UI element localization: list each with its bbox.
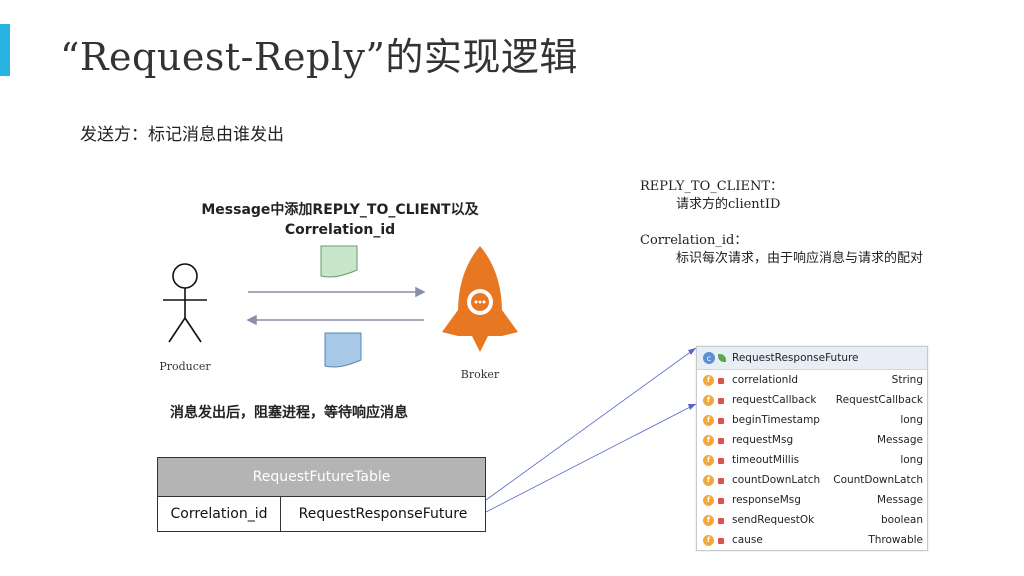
field-name: timeoutMillis bbox=[732, 454, 800, 466]
lock-icon bbox=[718, 398, 724, 404]
field-row: f correlationId String bbox=[697, 370, 927, 390]
link-lines bbox=[485, 347, 697, 513]
message-label-line2: Correlation_id bbox=[284, 222, 396, 238]
field-type: String bbox=[891, 374, 923, 386]
field-icon: f bbox=[703, 474, 714, 486]
field-name: requestMsg bbox=[732, 434, 794, 446]
field-row: f timeoutMillis long bbox=[697, 450, 927, 470]
request-message-doc-icon bbox=[320, 245, 358, 278]
notes-block: REPLY_TO_CLIENT： 请求方的clientID Correlatio… bbox=[640, 178, 923, 268]
correlation-id-key: Correlation_id： bbox=[640, 233, 748, 248]
field-icon: f bbox=[703, 414, 714, 426]
field-row: f beginTimestamp long bbox=[697, 410, 927, 430]
field-name: cause bbox=[732, 534, 763, 546]
field-type: long bbox=[900, 454, 923, 466]
field-name: countDownLatch bbox=[732, 474, 821, 486]
class-header: c RequestResponseFuture bbox=[697, 347, 927, 370]
lock-icon bbox=[718, 438, 724, 444]
field-type: Throwable bbox=[868, 534, 923, 546]
leaf-icon bbox=[718, 354, 726, 362]
lock-icon bbox=[718, 518, 724, 524]
field-type: boolean bbox=[881, 514, 923, 526]
broker-label: Broker bbox=[460, 368, 500, 381]
producer-figure-icon bbox=[163, 263, 207, 343]
request-arrow bbox=[248, 286, 426, 298]
field-type: Message bbox=[876, 434, 923, 446]
field-row: f countDownLatch CountDownLatch bbox=[697, 470, 927, 490]
response-arrow bbox=[246, 314, 424, 326]
field-row: f requestCallback RequestCallback bbox=[697, 390, 927, 410]
field-type: Message bbox=[876, 494, 923, 506]
lock-icon bbox=[718, 418, 724, 424]
field-icon: f bbox=[703, 454, 714, 466]
producer-label: Producer bbox=[159, 360, 211, 373]
field-name: beginTimestamp bbox=[732, 414, 820, 426]
field-row: f sendRequestOk boolean bbox=[697, 510, 927, 530]
field-type: CountDownLatch bbox=[833, 474, 923, 486]
field-icon: f bbox=[703, 394, 714, 406]
table-cell-request-response-future: RequestResponseFuture bbox=[298, 506, 468, 522]
field-row: f cause Throwable bbox=[697, 530, 927, 550]
field-type: long bbox=[900, 414, 923, 426]
field-row: f requestMsg Message bbox=[697, 430, 927, 450]
lock-icon bbox=[718, 498, 724, 504]
field-icon: f bbox=[703, 494, 714, 506]
response-message-doc-icon bbox=[324, 332, 362, 368]
blocking-label: 消息发出后，阻塞进程，等待响应消息 bbox=[170, 405, 408, 421]
lock-icon bbox=[718, 478, 724, 484]
message-label-line1: Message中添加REPLY_TO_CLIENT以及 bbox=[201, 202, 479, 218]
link-arrowhead-top bbox=[688, 348, 696, 355]
class-name: RequestResponseFuture bbox=[732, 352, 859, 364]
message-label: Message中添加REPLY_TO_CLIENT以及 Correlation_… bbox=[190, 200, 490, 240]
field-icon: f bbox=[703, 374, 714, 386]
field-icon: f bbox=[703, 534, 714, 546]
broker-rocket-icon bbox=[442, 246, 518, 352]
field-name: sendRequestOk bbox=[732, 514, 815, 526]
field-row: f responseMsg Message bbox=[697, 490, 927, 510]
table-cell-correlation-id: Correlation_id bbox=[158, 497, 281, 531]
correlation-id-desc: 标识每次请求，由于响应消息与请求的配对 bbox=[676, 251, 924, 266]
field-name: responseMsg bbox=[732, 494, 801, 506]
lock-icon bbox=[718, 538, 724, 544]
class-icon: c bbox=[703, 352, 715, 364]
field-icon: f bbox=[703, 514, 714, 526]
lock-icon bbox=[718, 458, 724, 464]
class-structure-panel: c RequestResponseFuture f correlationId St… bbox=[696, 346, 928, 551]
link-arrowhead-bottom bbox=[688, 404, 696, 410]
table-header: RequestFutureTable bbox=[158, 458, 485, 497]
table-row: Correlation_id RequestResponseFuture bbox=[158, 497, 485, 531]
field-type: RequestCallback bbox=[835, 394, 923, 406]
lock-icon bbox=[718, 378, 724, 384]
request-future-table: RequestFutureTable Correlation_id Reques… bbox=[157, 457, 486, 532]
field-name: correlationId bbox=[732, 374, 799, 386]
reply-to-client-desc: 请求方的clientID bbox=[676, 197, 781, 212]
field-name: requestCallback bbox=[732, 394, 817, 406]
field-icon: f bbox=[703, 434, 714, 446]
reply-to-client-key: REPLY_TO_CLIENT： bbox=[640, 179, 783, 194]
field-list: f correlationId String f requestCallback Requ… bbox=[697, 370, 927, 550]
